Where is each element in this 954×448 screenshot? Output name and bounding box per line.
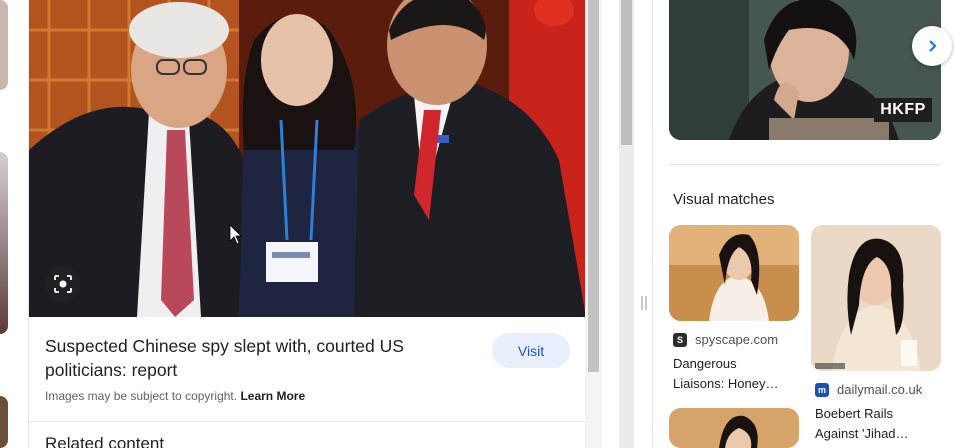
panel-divider bbox=[652, 0, 653, 448]
hkfp-watermark: HKFP bbox=[874, 98, 932, 122]
related-content-heading: Related content bbox=[45, 434, 165, 448]
visual-match-image[interactable] bbox=[811, 225, 941, 371]
match-title[interactable]: Dangerous Liaisons: Honey… bbox=[673, 354, 793, 394]
learn-more-link[interactable]: Learn More bbox=[240, 389, 305, 403]
match-title-line: Liaisons: Honey… bbox=[673, 376, 779, 391]
dailymail-favicon: m bbox=[815, 382, 829, 397]
result-title[interactable]: Suspected Chinese spy slept with, courte… bbox=[45, 334, 465, 382]
image-preview-panel: Suspected Chinese spy slept with, courte… bbox=[28, 0, 602, 448]
results-scrollbar-thumb[interactable] bbox=[621, 0, 632, 145]
copyright-notice: Images may be subject to copyright. Lear… bbox=[45, 389, 305, 403]
visual-matches-heading: Visual matches bbox=[673, 191, 775, 208]
match-source[interactable]: m dailymail.co.uk bbox=[815, 382, 922, 397]
copyright-text: Images may be subject to copyright. bbox=[45, 389, 238, 403]
lens-icon[interactable] bbox=[45, 266, 81, 302]
match-title-line: Boebert Rails bbox=[815, 406, 894, 421]
section-divider bbox=[669, 164, 941, 165]
image-search-results: Suspected Chinese spy slept with, courte… bbox=[0, 0, 954, 448]
resize-handle[interactable] bbox=[641, 296, 647, 310]
visit-button[interactable]: Visit bbox=[492, 333, 570, 368]
preview-photo[interactable] bbox=[29, 0, 586, 317]
previous-result-thumbnail[interactable] bbox=[0, 152, 8, 334]
match-source[interactable]: S spyscape.com bbox=[673, 332, 778, 347]
match-source-label: dailymail.co.uk bbox=[837, 382, 923, 397]
preview-scrollbar-thumb[interactable] bbox=[588, 0, 599, 372]
previous-result-thumbnail[interactable] bbox=[0, 396, 8, 448]
spyscape-favicon: S bbox=[673, 332, 687, 347]
divider bbox=[29, 421, 586, 422]
match-title-line: Dangerous bbox=[673, 356, 737, 371]
visual-match-image[interactable] bbox=[669, 408, 799, 448]
match-title-line: Against 'Jihad… bbox=[815, 426, 909, 441]
visual-match-image[interactable] bbox=[669, 225, 799, 321]
match-source-label: spyscape.com bbox=[695, 332, 779, 347]
previous-result-thumbnail[interactable] bbox=[0, 0, 8, 90]
match-title[interactable]: Boebert Rails Against 'Jihad… bbox=[815, 404, 935, 444]
chevron-right-icon[interactable] bbox=[912, 26, 952, 66]
